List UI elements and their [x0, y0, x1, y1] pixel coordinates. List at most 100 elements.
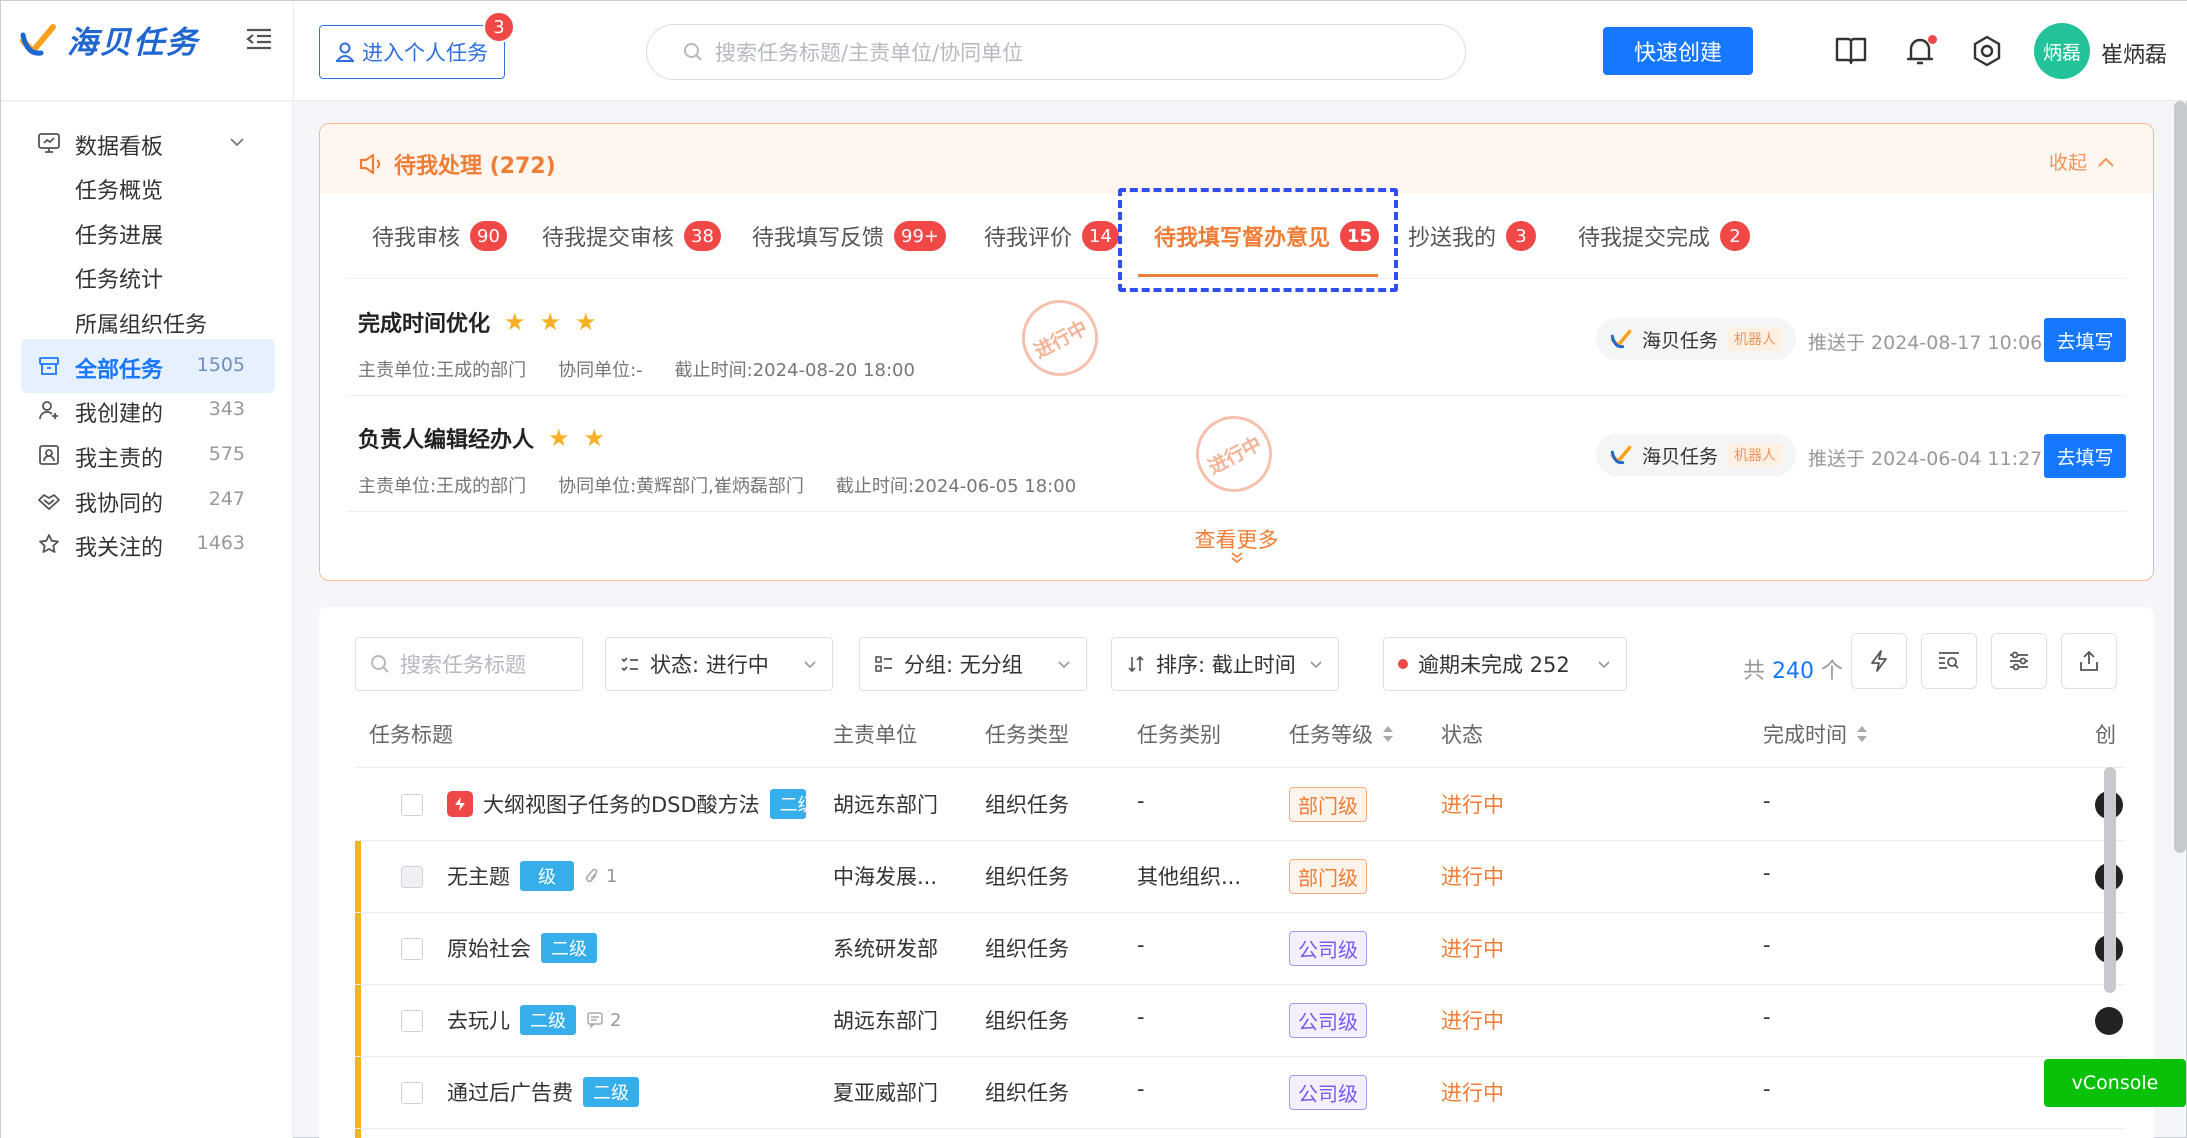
- table-row[interactable]: 去玩儿 二级 2 胡远东部门 组织任务 - 公司级 进行中 -: [319, 985, 2154, 1057]
- group-filter[interactable]: 分组: 无分组: [859, 637, 1087, 691]
- sort-filter[interactable]: 排序: 截止时间: [1111, 637, 1339, 691]
- chevron-down-icon: [1598, 661, 1610, 669]
- fill-button[interactable]: 去填写: [2044, 318, 2126, 362]
- sidebar-item-label: 数据看板: [75, 135, 164, 160]
- row-checkbox[interactable]: [401, 938, 423, 960]
- grade-tag: 公司级: [1289, 1003, 1367, 1038]
- double-chevron-down-icon: [1231, 552, 1242, 564]
- rating-stars: ★ ★ ★: [504, 310, 597, 334]
- grade-tag: 公司级: [1289, 1075, 1367, 1110]
- row-checkbox[interactable]: [401, 1010, 423, 1032]
- sidebar-item-label: 所属组织任务: [75, 313, 208, 338]
- row-checkbox[interactable]: [401, 794, 423, 816]
- urgent-icon: [447, 791, 473, 817]
- pending-title: 待我处理 (272): [358, 148, 556, 180]
- level-tag: 二级: [520, 1005, 576, 1035]
- tab-review[interactable]: 待我审核 90: [372, 194, 507, 278]
- row-title[interactable]: 去玩儿: [447, 1005, 510, 1035]
- col-header-label: 任务等级: [1289, 723, 1373, 747]
- quick-action-button[interactable]: [1851, 633, 1907, 689]
- bot-sender: 海贝任务 机器人: [1596, 434, 1797, 476]
- task-search-placeholder: 搜索任务标题: [400, 653, 526, 677]
- search-icon: [371, 655, 389, 673]
- quick-create-button[interactable]: 快速创建: [1603, 27, 1753, 75]
- attachment-count: 1: [584, 866, 617, 887]
- tab-submit-review[interactable]: 待我提交审核 38: [542, 194, 721, 278]
- global-search-input[interactable]: 搜索任务标题/主责单位/协同单位: [646, 24, 1466, 80]
- fill-button[interactable]: 去填写: [2044, 434, 2126, 478]
- pending-collapse-button[interactable]: 收起: [2049, 148, 2115, 175]
- star-icon: ★: [504, 308, 526, 336]
- settings-icon[interactable]: [1969, 33, 2005, 69]
- id-card-icon: [39, 445, 59, 465]
- user-name[interactable]: 崔炳磊: [2101, 37, 2167, 69]
- row-checkbox[interactable]: [401, 1082, 423, 1104]
- table-row[interactable]: 原始社会 二级 系统研发部 组织任务 - 公司级 进行中 -: [319, 913, 2154, 985]
- bot-name: 海贝任务: [1642, 445, 1719, 468]
- tab-evaluate[interactable]: 待我评价 14: [984, 194, 1119, 278]
- total-count: 共 240 个: [1743, 653, 1843, 685]
- comment-number: 2: [610, 1009, 622, 1031]
- col-header-category: 任务类别: [1137, 719, 1221, 749]
- chevron-down-icon: [230, 138, 244, 147]
- logo-icon: [20, 23, 56, 56]
- personal-tasks-button[interactable]: 进入个人任务: [319, 25, 505, 79]
- row-title[interactable]: 原始社会: [447, 933, 531, 963]
- view-more-link[interactable]: 查看更多: [320, 524, 2153, 564]
- col-header-title: 任务标题: [369, 719, 453, 749]
- col-header-grade[interactable]: 任务等级: [1289, 719, 1395, 749]
- row-checkbox[interactable]: [401, 866, 423, 888]
- menu-collapse-icon[interactable]: [243, 23, 275, 55]
- sort-filter-label: 排序: 截止时间: [1156, 653, 1296, 677]
- export-button[interactable]: [2061, 633, 2117, 689]
- sort-icon: [1128, 655, 1144, 673]
- tab-cc[interactable]: 抄送我的 3: [1408, 194, 1537, 278]
- vconsole-button[interactable]: vConsole: [2044, 1059, 2186, 1107]
- row-title[interactable]: 通过后广告费: [447, 1077, 573, 1107]
- table-row[interactable]: 无主题 级 1 中海发展... 组织任务 其他组织... 部门级 进行中 -: [319, 841, 2154, 913]
- table-row[interactable]: 通过后广告费 二级 夏亚威部门 组织任务 - 公司级 进行中 -: [319, 1057, 2154, 1129]
- pending-row[interactable]: 完成时间优化 ★ ★ ★ 主责单位:王成的部门 协同单位:- 截止时间:2024-0…: [346, 280, 2126, 396]
- tab-label: 待我评价: [984, 226, 1073, 251]
- app-logo[interactable]: 海贝任务: [19, 17, 199, 62]
- pending-title-text: 待我处理 (272): [394, 154, 556, 179]
- tab-feedback[interactable]: 待我填写反馈 99+: [752, 194, 947, 278]
- row-category: -: [1137, 789, 1145, 813]
- sidebar-item-count: 247: [208, 488, 245, 510]
- total-prefix: 共: [1743, 659, 1766, 684]
- header-divider: [293, 1, 294, 101]
- table-row[interactable]: 大纲视图子任务的DSD酸方法 二级 胡远东部门 组织任务 - 部门级 进行中 -: [319, 769, 2154, 841]
- column-settings-button[interactable]: [1991, 633, 2047, 689]
- page-scrollbar[interactable]: [2174, 101, 2186, 853]
- tab-label: 待我提交审核: [542, 226, 675, 251]
- pending-row[interactable]: 负责人编辑经办人 ★ ★ 主责单位:王成的部门 协同单位:黄辉部门,崔炳磊部门 截…: [346, 396, 2126, 512]
- row-title-cell: 大纲视图子任务的DSD酸方法 二级: [447, 789, 806, 819]
- notification-dot: [1928, 35, 1937, 44]
- col-header-unit: 主责单位: [833, 719, 917, 749]
- sliders-icon: [2010, 651, 2028, 671]
- user-avatar[interactable]: 炳磊: [2034, 23, 2090, 79]
- row-done-time: -: [1763, 789, 1771, 813]
- main-unit: 主责单位:王成的部门: [358, 476, 527, 497]
- status-filter[interactable]: 状态: 进行中: [605, 637, 833, 691]
- table-scrollbar[interactable]: [2104, 767, 2116, 993]
- task-search-input[interactable]: 搜索任务标题: [355, 637, 583, 691]
- sidebar-item-label: 我主责的: [75, 447, 164, 472]
- sidebar-item-following[interactable]: 我关注的 1463: [21, 517, 275, 571]
- row-title[interactable]: 大纲视图子任务的DSD酸方法: [483, 789, 760, 819]
- advanced-search-button[interactable]: [1921, 633, 1977, 689]
- col-header-status: 状态: [1441, 719, 1483, 749]
- row-grade-cell: 部门级: [1289, 859, 1367, 894]
- overdue-filter[interactable]: 逾期未完成 252: [1383, 637, 1627, 691]
- level-tag: 级: [520, 861, 574, 891]
- pending-panel: 待我处理 (272) 收起 待我审核 90 待我提交审核 38 待我填写反馈 99+ …: [319, 123, 2154, 581]
- tab-submit-complete[interactable]: 待我提交完成 2: [1578, 194, 1751, 278]
- row-title[interactable]: 无主题: [447, 861, 510, 891]
- collapse-label: 收起: [2048, 152, 2087, 174]
- sidebar-item-count: 343: [208, 398, 245, 420]
- sidebar-item-count: 575: [208, 443, 245, 465]
- row-type: 组织任务: [985, 1081, 1069, 1105]
- col-header-done-time[interactable]: 完成时间: [1763, 719, 1869, 749]
- book-icon[interactable]: [1833, 33, 1869, 69]
- user-add-icon: [39, 401, 58, 420]
